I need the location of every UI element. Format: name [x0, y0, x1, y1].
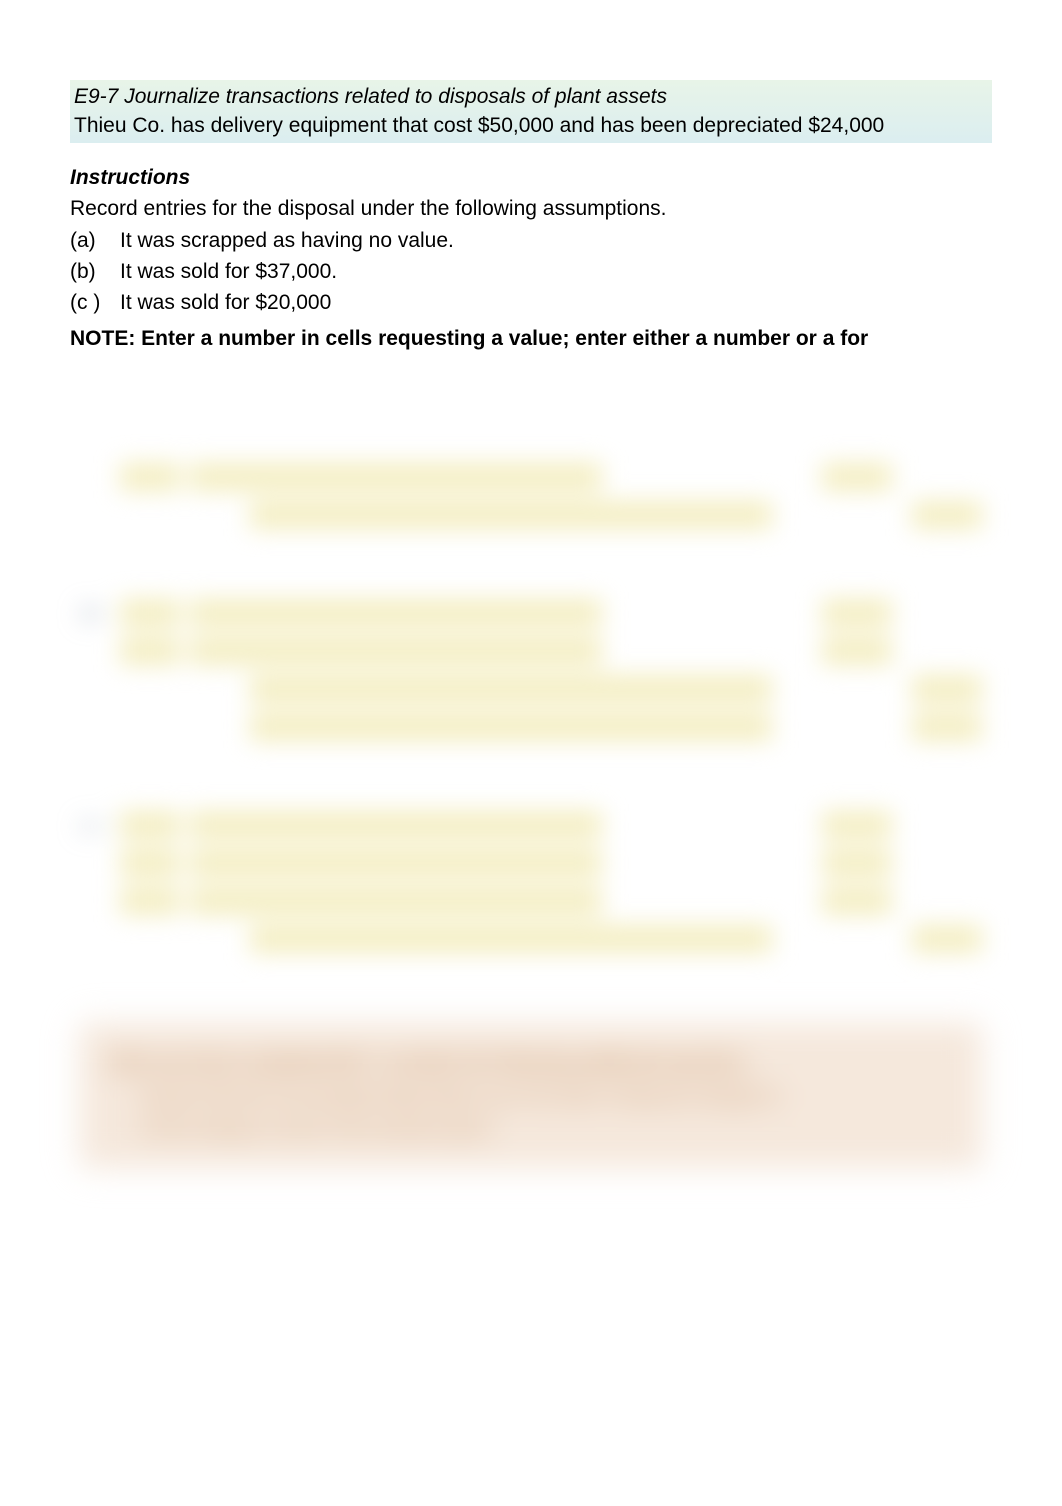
instructions-lead: Record entries for the disposal under th… [70, 194, 992, 223]
option-text: It was sold for $20,000 [120, 288, 992, 317]
credit-cell[interactable] [912, 675, 982, 703]
credit-cell[interactable] [912, 925, 982, 953]
account-cell[interactable] [250, 925, 772, 953]
account-cell[interactable] [190, 811, 602, 839]
option-label: (a) [70, 226, 120, 255]
footer-line2: Assume that the accumulated depreciation… [110, 1080, 952, 1112]
entry-row: (b) [80, 599, 982, 627]
debit-cell[interactable] [822, 637, 892, 665]
account-cell[interactable] [190, 637, 602, 665]
option-label: (b) [70, 257, 120, 286]
account-cell[interactable] [250, 675, 772, 703]
exercise-title: E9-7 Journalize transactions related to … [74, 82, 988, 111]
account-cell[interactable] [250, 713, 772, 741]
entry-group-a [80, 463, 982, 529]
debit-cell[interactable] [822, 463, 892, 491]
footer-note: After you have completed E9-7, consider … [80, 1023, 982, 1168]
entry-row [80, 501, 982, 529]
account-cell[interactable] [120, 811, 180, 839]
debit-cell[interactable] [822, 849, 892, 877]
account-cell[interactable] [120, 849, 180, 877]
debit-cell[interactable] [822, 811, 892, 839]
debit-cell[interactable] [822, 887, 892, 915]
entry-label: (b) [80, 601, 120, 626]
entry-row [80, 637, 982, 665]
option-c: (c ) It was sold for $20,000 [70, 288, 992, 317]
entry-label: (c ) [80, 813, 120, 838]
entry-row [80, 713, 982, 741]
entry-row [80, 463, 982, 491]
option-text: It was sold for $37,000. [120, 257, 992, 286]
entry-row [80, 887, 982, 915]
entry-row [80, 849, 982, 877]
account-cell[interactable] [190, 463, 602, 491]
account-cell[interactable] [190, 887, 602, 915]
account-cell[interactable] [190, 849, 602, 877]
header-block: E9-7 Journalize transactions related to … [70, 80, 992, 143]
entry-group-c: (c ) [80, 811, 982, 953]
note-text: NOTE: Enter a number in cells requesting… [70, 324, 992, 353]
entry-group-b: (b) [80, 599, 982, 741]
option-a: (a) It was scrapped as having no value. [70, 226, 992, 255]
option-label: (c ) [70, 288, 120, 317]
credit-cell[interactable] [912, 501, 982, 529]
entry-row: (c ) [80, 811, 982, 839]
footer-line3: of this change on each of the answers gi… [110, 1112, 952, 1144]
option-b: (b) It was sold for $37,000. [70, 257, 992, 286]
option-text: It was scrapped as having no value. [120, 226, 992, 255]
instructions-heading: Instructions [70, 163, 992, 192]
account-cell[interactable] [190, 599, 602, 627]
debit-cell[interactable] [822, 599, 892, 627]
account-cell[interactable] [120, 463, 180, 491]
journal-entries-region: (b) [70, 463, 992, 1168]
account-cell[interactable] [120, 887, 180, 915]
exercise-description: Thieu Co. has delivery equipment that co… [74, 111, 988, 140]
account-cell[interactable] [250, 501, 772, 529]
account-cell[interactable] [120, 637, 180, 665]
account-cell[interactable] [120, 599, 180, 627]
entry-row [80, 925, 982, 953]
credit-cell[interactable] [912, 713, 982, 741]
entry-row [80, 675, 982, 703]
footer-line1: After you have completed E9-7, consider … [110, 1047, 952, 1079]
